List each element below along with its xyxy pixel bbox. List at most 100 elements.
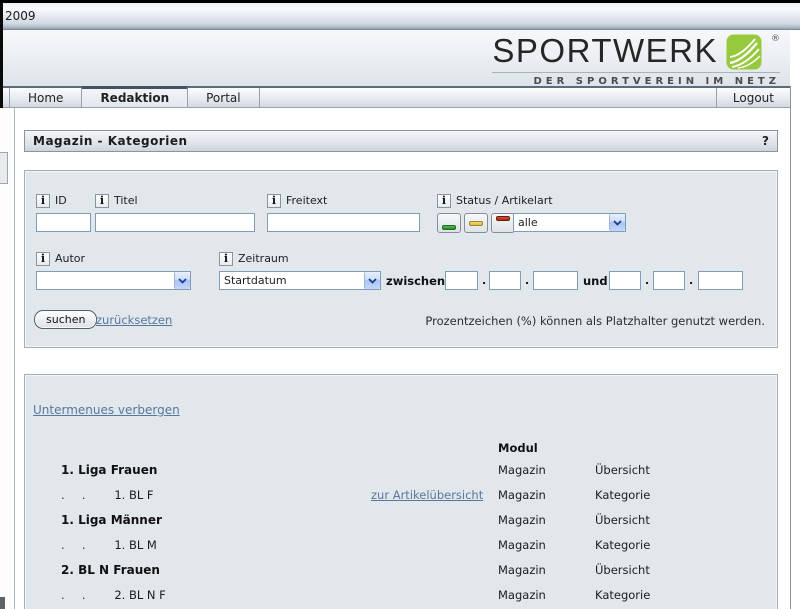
status-yellow-icon — [469, 221, 483, 226]
category-modul: Magazin — [498, 588, 546, 602]
status-red-icon — [496, 216, 510, 221]
tab-portal-label: Portal — [206, 91, 240, 105]
categories-panel: Untermenues verbergen Modul 1. Liga Frau… — [24, 374, 778, 609]
zeitraum-label-text: Zeitraum — [238, 252, 289, 265]
category-row: . . 1. BL M Magazin Kategorie — [25, 538, 777, 554]
registered-mark: ® — [771, 34, 780, 44]
category-name: . . 1. BL F — [61, 488, 154, 502]
info-icon[interactable]: i — [437, 194, 451, 208]
status-red-button[interactable] — [491, 213, 515, 233]
info-icon[interactable]: i — [36, 252, 50, 266]
autor-select[interactable] — [36, 271, 191, 290]
category-art: Kategorie — [595, 488, 650, 502]
page-title: Magazin - Kategorien — [33, 134, 188, 148]
category-row: 1. Liga Frauen Magazin Übersicht — [25, 463, 777, 479]
search-button[interactable]: suchen — [34, 310, 97, 329]
chevron-down-icon — [174, 272, 190, 289]
app-window: 2009 SPORTWERK ® DER SPORTVEREIN IM NETZ… — [0, 0, 800, 609]
category-art: Kategorie — [595, 588, 650, 602]
modul-column-header: Modul — [498, 441, 538, 455]
freitext-field-label: i Freitext — [267, 193, 327, 208]
category-row: . . 2. BL N F Magazin Kategorie — [25, 588, 777, 604]
article-overview-link[interactable]: zur Artikelübersicht — [371, 488, 483, 502]
category-row: 1. Liga Männer Magazin Übersicht — [25, 513, 777, 529]
tab-redaktion-label: Redaktion — [100, 91, 169, 105]
indent-dots: . . — [61, 588, 114, 602]
browser-title-text: 2009 — [5, 9, 36, 23]
tab-home-label: Home — [28, 91, 63, 105]
status-yellow-button[interactable] — [464, 213, 488, 233]
page-right-border — [790, 86, 791, 609]
id-input[interactable] — [36, 213, 91, 232]
date-to-month-input[interactable] — [653, 271, 685, 290]
info-icon[interactable]: i — [267, 194, 281, 208]
category-modul: Magazin — [498, 463, 546, 477]
search-panel: i ID i Titel i Freitext i Status / Artik… — [24, 170, 778, 348]
titel-input[interactable] — [95, 213, 255, 232]
category-row: 2. BL N Frauen Magazin Übersicht — [25, 563, 777, 579]
background-window-corner — [0, 597, 5, 609]
date-from-month-input[interactable] — [489, 271, 521, 290]
section-header: Magazin - Kategorien ? — [24, 130, 778, 152]
brand-tagline: DER SPORTVEREIN IM NETZ — [492, 72, 780, 87]
logo-wordmark: SPORTWERK — [492, 34, 718, 68]
category-modul: Magazin — [498, 488, 546, 502]
category-name-text: 2. BL N F — [114, 588, 165, 602]
info-icon[interactable]: i — [95, 194, 109, 208]
indent-dots: . . — [61, 488, 114, 502]
zeitraum-select-value: Startdatum — [224, 274, 287, 287]
sportwerk-logo: SPORTWERK ® DER SPORTVEREIN IM NETZ — [492, 34, 780, 87]
logout-label: Logout — [733, 91, 774, 105]
logout-button[interactable]: Logout — [716, 88, 790, 107]
zwischen-label: zwischen — [386, 274, 445, 288]
category-modul: Magazin — [498, 563, 546, 577]
tab-redaktion[interactable]: Redaktion — [82, 86, 188, 107]
status-green-icon — [442, 225, 456, 230]
toggle-submenus-link[interactable]: Untermenues verbergen — [33, 403, 180, 417]
category-name: 1. Liga Frauen — [61, 463, 157, 477]
help-icon[interactable]: ? — [762, 134, 769, 148]
date-from-day-input[interactable] — [445, 271, 478, 290]
brand-header: SPORTWERK ® DER SPORTVEREIN IM NETZ — [3, 30, 790, 86]
category-modul: Magazin — [498, 513, 546, 527]
id-field-label: i ID — [36, 193, 67, 208]
category-name: . . 1. BL M — [61, 538, 157, 552]
category-modul: Magazin — [498, 538, 546, 552]
status-label-text: Status / Artikelart — [456, 194, 553, 207]
chevron-down-icon — [609, 214, 625, 231]
sportwerk-ball-icon — [726, 34, 762, 70]
nav-lead-spacer — [3, 88, 10, 107]
titel-field-label: i Titel — [95, 193, 138, 208]
status-green-button[interactable] — [437, 213, 461, 233]
category-art: Übersicht — [595, 463, 650, 477]
zeitraum-field-label: i Zeitraum — [219, 251, 289, 266]
date-from-year-input[interactable] — [533, 271, 578, 290]
autor-field-label: i Autor — [36, 251, 85, 266]
reset-link[interactable]: zurücksetzen — [96, 313, 172, 327]
category-name: 2. BL N Frauen — [61, 563, 160, 577]
info-icon[interactable]: i — [219, 252, 233, 266]
zeitraum-select[interactable]: Startdatum — [219, 271, 381, 290]
tab-home[interactable]: Home — [10, 88, 82, 107]
info-icon[interactable]: i — [36, 194, 50, 208]
tab-portal[interactable]: Portal — [188, 88, 259, 107]
category-name-text: 1. BL M — [114, 538, 157, 552]
date-to-day-input[interactable] — [609, 271, 641, 290]
autor-label-text: Autor — [55, 252, 85, 265]
artikelart-select[interactable]: alle — [513, 213, 626, 232]
page-left-border — [14, 108, 15, 609]
date-to-year-input[interactable] — [698, 271, 743, 290]
wildcard-hint: Prozentzeichen (%) können als Platzhalte… — [425, 314, 765, 328]
category-row: . . 1. BL F zur Artikelübersicht Magazin… — [25, 488, 777, 504]
category-art: Übersicht — [595, 513, 650, 527]
titel-label-text: Titel — [114, 194, 138, 207]
category-art: Kategorie — [595, 538, 650, 552]
date-separator: . — [525, 274, 529, 287]
freitext-input[interactable] — [267, 213, 420, 232]
status-field-label: i Status / Artikelart — [437, 193, 553, 208]
category-name-text: 1. BL F — [114, 488, 153, 502]
artikelart-select-value: alle — [518, 216, 538, 229]
und-label: und — [583, 274, 608, 288]
freitext-label-text: Freitext — [286, 194, 327, 207]
date-separator: . — [689, 274, 693, 287]
